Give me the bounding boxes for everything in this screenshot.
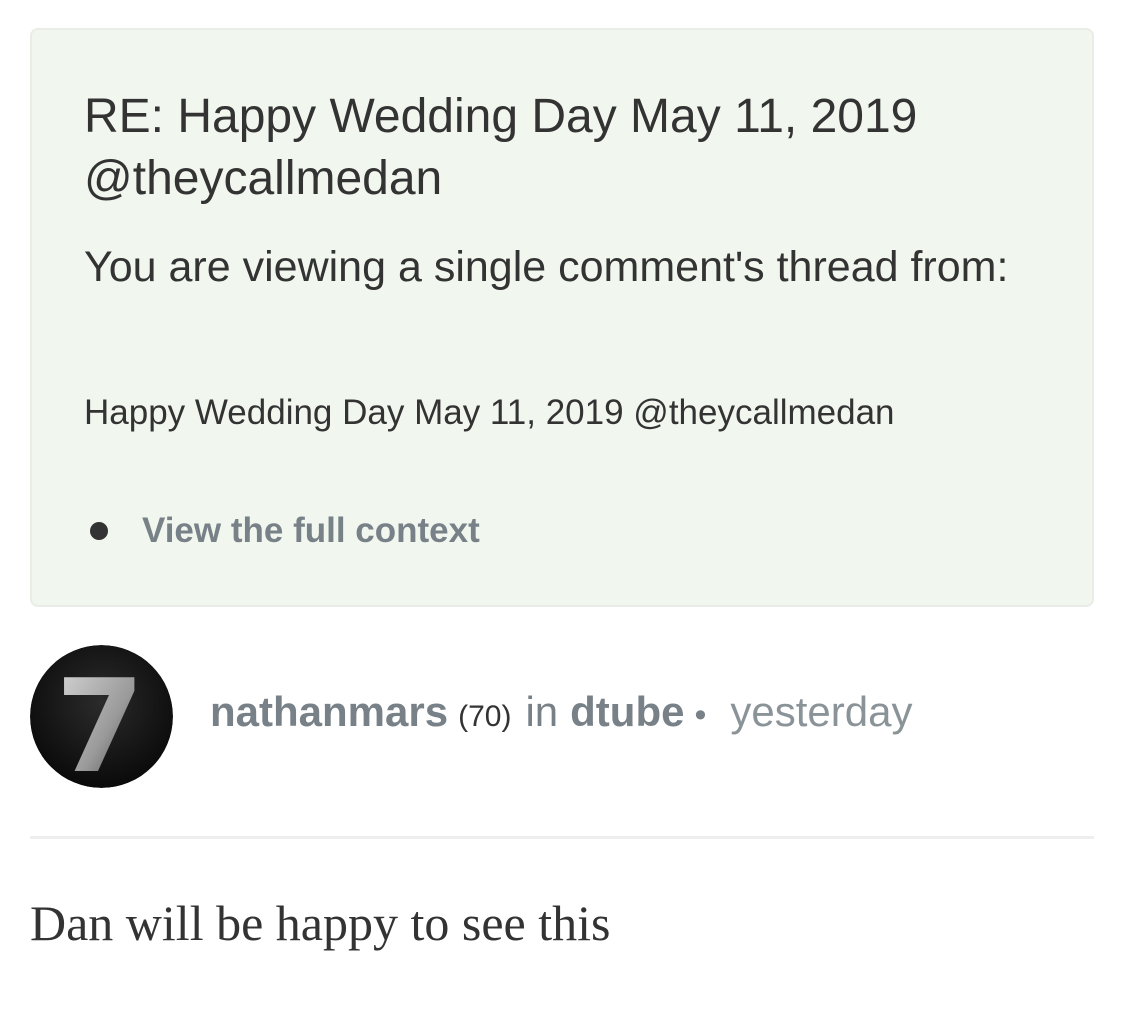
divider: [30, 836, 1094, 839]
thread-notice-text: You are viewing a single comment's threa…: [84, 243, 1009, 291]
view-full-context-link[interactable]: View the full context: [142, 511, 480, 551]
thread-notice-box: RE: Happy Wedding Day May 11, 2019 @they…: [30, 28, 1094, 607]
author-reputation: (70): [458, 700, 512, 733]
comment-timestamp[interactable]: yesterday: [730, 688, 912, 736]
context-links-list: View the full context: [90, 508, 480, 554]
bullet-icon: [90, 522, 108, 540]
thread-title: RE: Happy Wedding Day May 11, 2019 @they…: [84, 90, 918, 205]
separator-dot: •: [694, 696, 707, 734]
author-name-link[interactable]: nathanmars: [210, 688, 448, 736]
in-label: in: [525, 688, 559, 735]
comment-author-line: nathanmars (70) in dtube • yesterday: [210, 688, 912, 750]
list-item: View the full context: [90, 508, 480, 554]
category-link[interactable]: dtube: [570, 688, 684, 736]
comment-body: Dan will be happy to see this: [30, 895, 611, 951]
avatar-glyph: 7: [55, 653, 144, 788]
avatar-image: 7: [30, 645, 173, 788]
avatar[interactable]: 7: [30, 645, 173, 788]
parent-post-title: Happy Wedding Day May 11, 2019 @theycall…: [84, 393, 895, 432]
